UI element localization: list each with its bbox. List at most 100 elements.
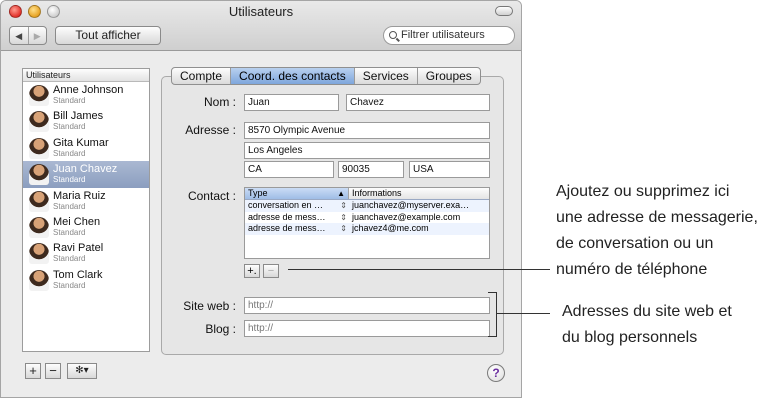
user-name: Ravi Patel: [53, 242, 104, 255]
help-button[interactable]: ?: [487, 364, 505, 382]
navigation-segment: ◀ ▶: [9, 26, 47, 45]
contact-type-cell[interactable]: conversation en … ⇕: [245, 200, 349, 212]
contact-row[interactable]: adresse de mess… ⇕ jchavez4@me.com: [245, 223, 489, 235]
user-name: Maria Ruiz: [53, 189, 106, 202]
toolbar: Utilisateurs ◀ ▶ Tout afficher Filtrer u…: [1, 1, 521, 51]
contact-type-text: adresse de mess…: [248, 211, 326, 222]
state-field[interactable]: CA: [244, 161, 334, 178]
callout-line-contact: [288, 269, 550, 270]
toolbar-toggle-button[interactable]: [495, 6, 513, 16]
user-role: Standard: [53, 201, 86, 211]
remove-user-button[interactable]: −: [45, 363, 61, 379]
back-arrow-icon[interactable]: ◀: [10, 27, 28, 44]
contact-info-cell[interactable]: juanchavez@example.com: [349, 212, 489, 224]
user-avatar: [29, 85, 49, 106]
column-type[interactable]: Type ▲: [245, 188, 349, 199]
user-list-item[interactable]: Ravi Patel Standard: [23, 240, 149, 266]
user-avatar: [29, 216, 49, 238]
callout-contact: Ajoutez ou supprimez ici une adresse de …: [556, 179, 782, 283]
user-avatar: [29, 243, 49, 265]
contact-row[interactable]: adresse de mess… ⇕ juanchavez@example.com: [245, 212, 489, 224]
contact-label: Contact :: [187, 189, 236, 203]
address-label: Adresse :: [185, 123, 236, 137]
user-list-item[interactable]: Bill James Standard: [23, 108, 149, 134]
tab-bar: Compte Coord. des contacts Services Grou…: [171, 67, 481, 85]
tab-account[interactable]: Compte: [172, 68, 230, 84]
popup-arrows-icon[interactable]: ⇕: [340, 200, 347, 211]
user-name: Bill James: [53, 110, 104, 123]
user-list-item[interactable]: Tom Clark Standard: [23, 267, 149, 293]
contact-info-cell[interactable]: juanchavez@myserver.exa…: [349, 200, 489, 212]
user-list-item[interactable]: Maria Ruiz Standard: [23, 188, 149, 214]
contact-type-text: adresse de mess…: [248, 223, 326, 233]
add-contact-button[interactable]: +.: [244, 264, 260, 278]
user-name: Juan Chavez: [53, 163, 118, 176]
contact-type-text: conversation en …: [248, 200, 324, 210]
callout-contact-line: de conversation ou un: [556, 235, 714, 252]
user-role: Standard: [53, 227, 86, 237]
user-name: Tom Clark: [53, 268, 103, 281]
contact-type-cell[interactable]: adresse de mess… ⇕: [245, 223, 349, 235]
website-label: Site web :: [183, 299, 236, 313]
user-list-item[interactable]: Mei Chen Standard: [23, 214, 149, 240]
tab-groups[interactable]: Groupes: [416, 68, 480, 84]
city-field[interactable]: Los Angeles: [244, 142, 490, 159]
user-role: Standard: [53, 254, 86, 264]
tab-services[interactable]: Services: [353, 68, 417, 84]
search-field[interactable]: Filtrer utilisateurs: [383, 26, 515, 45]
popup-arrows-icon[interactable]: ⇕: [340, 212, 347, 223]
country-field[interactable]: USA: [409, 161, 490, 178]
name-label: Nom :: [203, 95, 236, 109]
user-avatar: [29, 190, 49, 212]
sort-ascending-icon: ▲: [337, 189, 345, 198]
callout-web-line: du blog personnels: [562, 329, 698, 346]
callout-contact-line: Ajoutez ou supprimez ici: [556, 183, 730, 200]
user-name: Mei Chen: [53, 215, 101, 228]
user-role: Standard: [53, 122, 86, 132]
user-role: Standard: [53, 96, 86, 105]
callout-web: Adresses du site web et du blog personne…: [562, 299, 776, 351]
gear-menu-button[interactable]: ✻▾: [67, 363, 97, 379]
tab-contact-info[interactable]: Coord. des contacts: [230, 68, 354, 84]
user-name: Anne Johnson: [53, 84, 124, 96]
user-list: Utilisateurs Anne Johnson Standard Bill Ja…: [22, 68, 150, 352]
first-name-field[interactable]: Juan: [244, 94, 339, 111]
user-avatar: [29, 269, 49, 291]
search-placeholder: Filtrer utilisateurs: [401, 29, 485, 41]
user-list-item[interactable]: Anne Johnson Standard: [23, 82, 149, 108]
street-field[interactable]: 8570 Olympic Avenue: [244, 122, 490, 139]
bracket-bottom: [488, 336, 497, 337]
contact-info-cell[interactable]: jchavez4@me.com: [349, 223, 489, 235]
user-list-header: Utilisateurs: [23, 69, 149, 82]
column-info[interactable]: Informations: [349, 188, 489, 199]
window-title: Utilisateurs: [228, 4, 294, 19]
user-role: Standard: [53, 148, 86, 158]
callout-contact-line: une adresse de messagerie,: [556, 209, 758, 226]
callout-line-web: [496, 313, 550, 314]
forward-arrow-icon[interactable]: ▶: [27, 27, 47, 44]
bracket-vertical: [496, 292, 497, 337]
user-list-item[interactable]: Gita Kumar Standard: [23, 135, 149, 161]
contact-row[interactable]: conversation en … ⇕ juanchavez@myserver.ex…: [245, 200, 489, 212]
contact-table-header: Type ▲ Informations: [245, 188, 489, 200]
website-field[interactable]: http://: [244, 297, 490, 314]
blog-label: Blog :: [205, 322, 236, 336]
show-all-button[interactable]: Tout afficher: [55, 26, 161, 45]
contact-type-cell[interactable]: adresse de mess… ⇕: [245, 212, 349, 224]
last-name-field[interactable]: Chavez: [346, 94, 490, 111]
zip-field[interactable]: 90035: [338, 161, 404, 178]
add-user-button[interactable]: +: [25, 363, 41, 379]
user-role: Standard: [53, 175, 86, 185]
user-list-item[interactable]: Juan Chavez Standard: [23, 161, 149, 188]
callout-contact-line: numéro de téléphone: [556, 261, 708, 278]
user-avatar: [29, 137, 49, 159]
contact-table: Type ▲ Informations conversation en … ⇕ ju…: [244, 187, 490, 259]
column-type-label: Type: [248, 188, 268, 198]
popup-arrows-icon[interactable]: ⇕: [340, 223, 347, 234]
user-avatar: [29, 111, 49, 133]
blog-field[interactable]: http://: [244, 320, 490, 337]
users-window: Utilisateurs ◀ ▶ Tout afficher Filtrer u…: [0, 0, 522, 398]
remove-contact-button[interactable]: −: [263, 264, 279, 278]
user-role: Standard: [53, 280, 86, 290]
callout-web-line: Adresses du site web et: [562, 303, 732, 320]
